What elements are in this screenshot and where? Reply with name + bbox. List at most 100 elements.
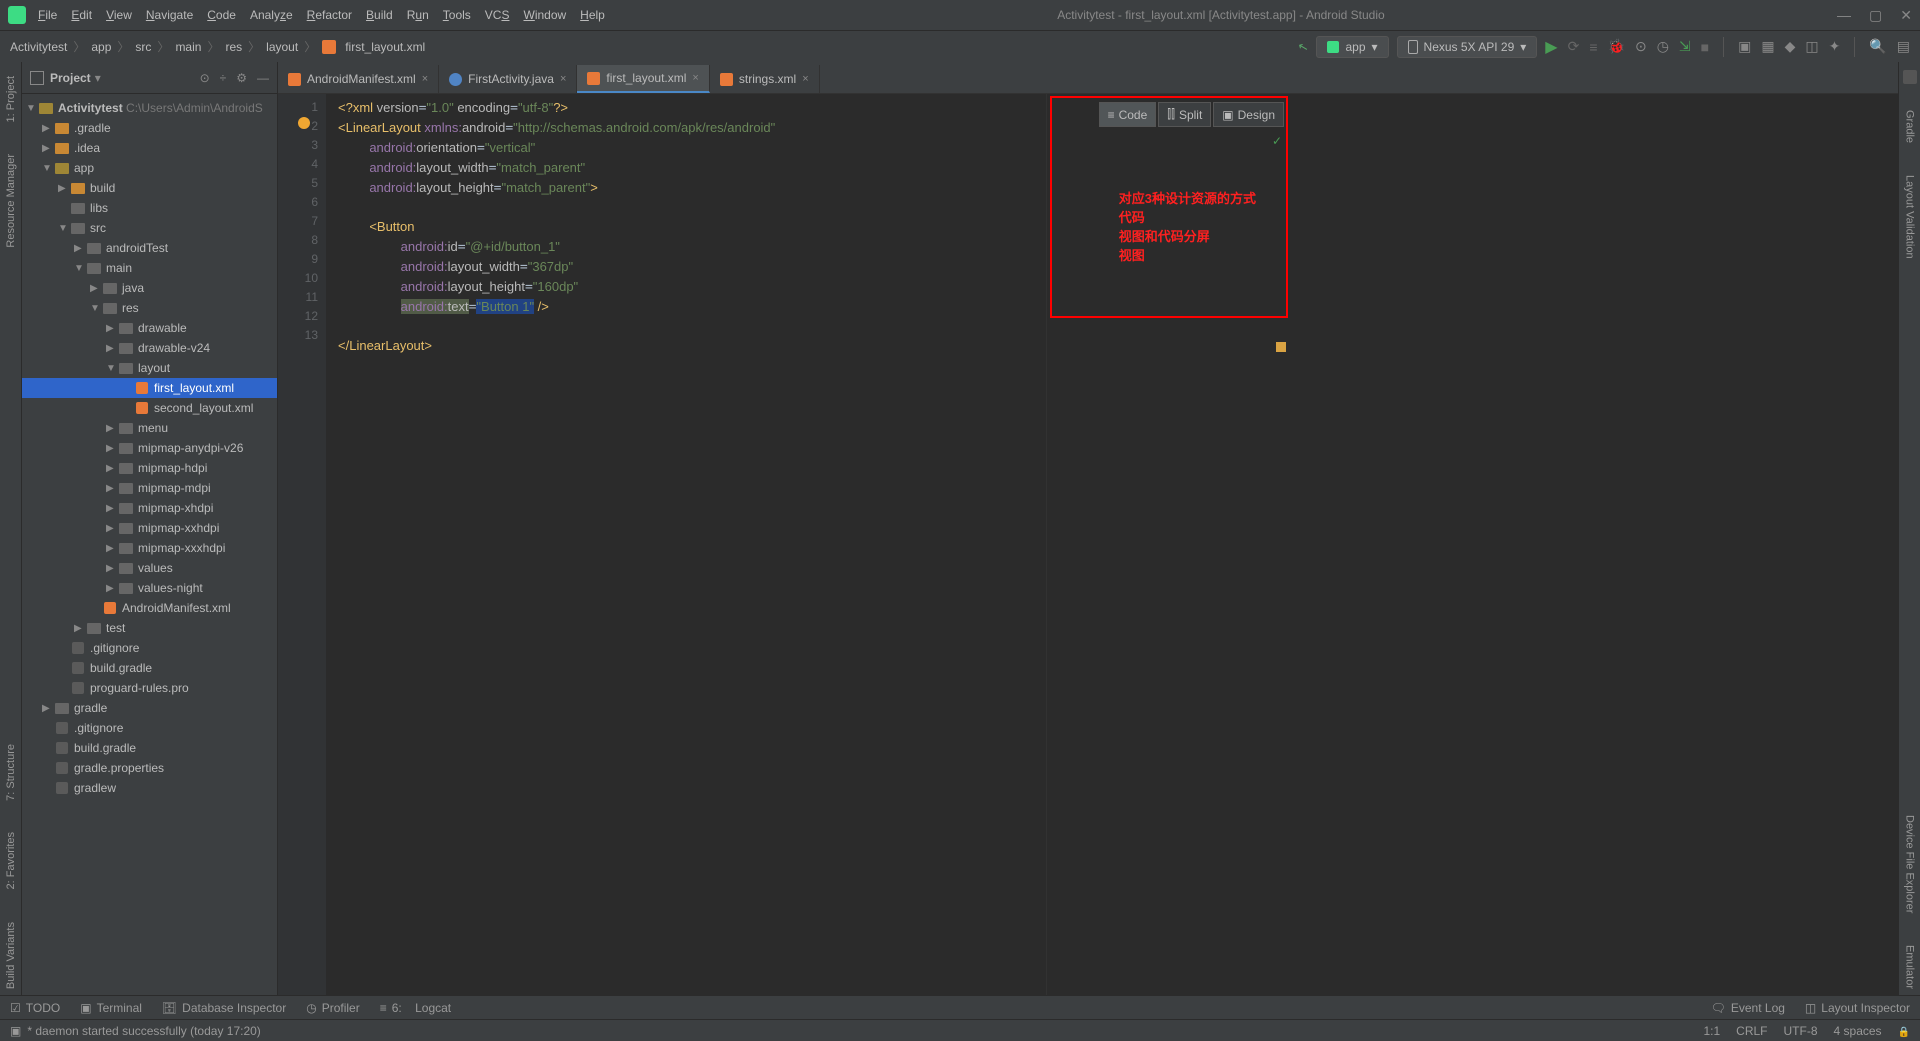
tree-row[interactable]: .gitignore — [22, 718, 277, 738]
project-view-label[interactable]: Project — [50, 71, 91, 85]
warning-marker-icon[interactable] — [1276, 342, 1286, 352]
indent-info[interactable]: 4 spaces — [1834, 1024, 1882, 1038]
tree-row[interactable]: ▶drawable — [22, 318, 277, 338]
apply-code-icon[interactable]: ≡ — [1589, 39, 1597, 55]
attach-debugger-icon[interactable]: ⇲ — [1679, 38, 1691, 55]
maximize-icon[interactable]: ▢ — [1869, 7, 1882, 24]
tree-row-root[interactable]: ▼Activitytest C:\Users\Admin\AndroidS — [22, 98, 277, 118]
tree-row[interactable]: build.gradle — [22, 738, 277, 758]
tree-row[interactable]: ▶mipmap-xhdpi — [22, 498, 277, 518]
breadcrumb-item[interactable]: app — [91, 40, 111, 54]
hide-icon[interactable]: — — [257, 71, 269, 85]
menu-tools[interactable]: Tools — [443, 8, 471, 22]
tree-row[interactable]: libs — [22, 198, 277, 218]
run-icon[interactable]: ▶ — [1545, 37, 1557, 57]
menu-vcs[interactable]: VCS — [485, 8, 510, 22]
close-icon[interactable]: × — [560, 73, 566, 85]
close-icon[interactable]: × — [692, 72, 698, 84]
tab-first-layout[interactable]: first_layout.xml× — [577, 65, 709, 93]
left-tab-build-variants[interactable]: Build Variants — [5, 916, 17, 995]
select-opened-icon[interactable]: ⊙ — [200, 71, 210, 85]
tree-row[interactable]: proguard-rules.pro — [22, 678, 277, 698]
bottom-logcat[interactable]: ≡6: Logcat — [380, 1001, 451, 1015]
tree-row[interactable]: ▶menu — [22, 418, 277, 438]
resource-manager-icon[interactable]: ◆ — [1785, 38, 1796, 55]
device-selector[interactable]: Nexus 5X API 29 ▾ — [1397, 36, 1538, 58]
app-quality-icon[interactable]: ✦ — [1829, 38, 1841, 55]
menu-navigate[interactable]: Navigate — [146, 8, 193, 22]
bottom-terminal[interactable]: ▣Terminal — [80, 1001, 142, 1015]
tree-row[interactable]: AndroidManifest.xml — [22, 598, 277, 618]
tree-row[interactable]: ▶build — [22, 178, 277, 198]
breadcrumb-item[interactable]: res — [225, 40, 242, 54]
left-tab-structure[interactable]: 7: Structure — [5, 738, 17, 807]
debug-icon[interactable]: 🐞 — [1608, 38, 1625, 55]
tree-row[interactable]: ▶gradle — [22, 698, 277, 718]
tree-row[interactable]: ▼layout — [22, 358, 277, 378]
menu-analyze[interactable]: Analyze — [250, 8, 293, 22]
chevron-down-icon[interactable]: ▾ — [95, 71, 101, 85]
tab-first-activity[interactable]: FirstActivity.java× — [439, 65, 577, 93]
left-tab-project[interactable]: 1: Project — [5, 70, 17, 128]
layout-inspector-icon[interactable]: ◫ — [1805, 38, 1818, 55]
apply-changes-icon[interactable]: ⟳ — [1568, 38, 1580, 55]
editor-body[interactable]: 123 456 789 101112 13 <?xml version="1.0… — [278, 94, 1898, 995]
breadcrumb-item[interactable]: main — [175, 40, 201, 54]
tree-row[interactable]: ▶values-night — [22, 578, 277, 598]
menu-help[interactable]: Help — [580, 8, 605, 22]
tree-row[interactable]: ▼main — [22, 258, 277, 278]
menu-run[interactable]: Run — [407, 8, 429, 22]
sdk-manager-icon[interactable]: ▦ — [1761, 38, 1774, 55]
tree-row[interactable]: ▶.idea — [22, 138, 277, 158]
tree-row[interactable]: ▶mipmap-anydpi-v26 — [22, 438, 277, 458]
tree-row[interactable]: ▼src — [22, 218, 277, 238]
project-tree[interactable]: ▼Activitytest C:\Users\Admin\AndroidS ▶.… — [22, 94, 277, 995]
tab-android-manifest[interactable]: AndroidManifest.xml× — [278, 65, 439, 93]
tree-row-first-layout[interactable]: first_layout.xml — [22, 378, 277, 398]
right-tab-emulator[interactable]: Emulator — [1904, 939, 1916, 995]
minimize-icon[interactable]: — — [1837, 7, 1851, 24]
left-tab-resource-manager[interactable]: Resource Manager — [5, 148, 17, 254]
breadcrumb-item[interactable]: layout — [266, 40, 298, 54]
close-icon[interactable]: ✕ — [1900, 7, 1912, 24]
close-icon[interactable]: × — [802, 73, 808, 85]
bottom-database[interactable]: 🗄Database Inspector — [162, 1001, 286, 1015]
tool-window-icon[interactable]: ▣ — [10, 1024, 21, 1038]
breadcrumb-item[interactable]: first_layout.xml — [345, 40, 425, 54]
stop-icon[interactable]: ■ — [1701, 39, 1709, 55]
tree-row[interactable]: ▼app — [22, 158, 277, 178]
search-icon[interactable]: 🔍 — [1869, 38, 1886, 55]
right-tab-device-explorer[interactable]: Device File Explorer — [1904, 809, 1916, 919]
bottom-profiler[interactable]: ◷Profiler — [306, 1001, 360, 1015]
menu-view[interactable]: View — [106, 8, 132, 22]
expand-all-icon[interactable]: ÷ — [220, 71, 227, 85]
menu-edit[interactable]: Edit — [71, 8, 92, 22]
settings-icon[interactable]: ▤ — [1897, 38, 1910, 55]
tree-row[interactable]: build.gradle — [22, 658, 277, 678]
profile-icon[interactable]: ◷ — [1657, 38, 1669, 55]
bottom-event-log[interactable]: 🗨Event Log — [1711, 1001, 1785, 1015]
tab-strings[interactable]: strings.xml× — [710, 65, 820, 93]
right-tab-layout-validation[interactable]: Layout Validation — [1904, 169, 1916, 265]
breadcrumb-item[interactable]: src — [135, 40, 151, 54]
tree-row[interactable]: ▶test — [22, 618, 277, 638]
menu-file[interactable]: File — [38, 8, 57, 22]
tree-row[interactable]: ▶java — [22, 278, 277, 298]
right-tab-gradle[interactable]: Gradle — [1904, 104, 1916, 149]
cursor-position[interactable]: 1:1 — [1703, 1024, 1720, 1038]
breadcrumb-item[interactable]: Activitytest — [10, 40, 67, 54]
avd-manager-icon[interactable]: ▣ — [1738, 38, 1751, 55]
menu-build[interactable]: Build — [366, 8, 393, 22]
build-icon[interactable]: ↖ — [1297, 38, 1310, 54]
tree-row[interactable]: ▶.gradle — [22, 118, 277, 138]
bottom-layout-inspector[interactable]: ◫Layout Inspector — [1805, 1001, 1910, 1015]
coverage-icon[interactable]: ⊙ — [1635, 38, 1647, 55]
menu-refactor[interactable]: Refactor — [307, 8, 352, 22]
lock-icon[interactable] — [1898, 1024, 1910, 1038]
code-editor[interactable]: <?xml version="1.0" encoding="utf-8"?> <… — [326, 94, 1046, 995]
tree-row[interactable]: gradlew — [22, 778, 277, 798]
gear-icon[interactable]: ⚙ — [236, 71, 247, 85]
close-icon[interactable]: × — [422, 73, 428, 85]
tree-row[interactable]: ▶mipmap-xxhdpi — [22, 518, 277, 538]
menu-window[interactable]: Window — [523, 8, 566, 22]
